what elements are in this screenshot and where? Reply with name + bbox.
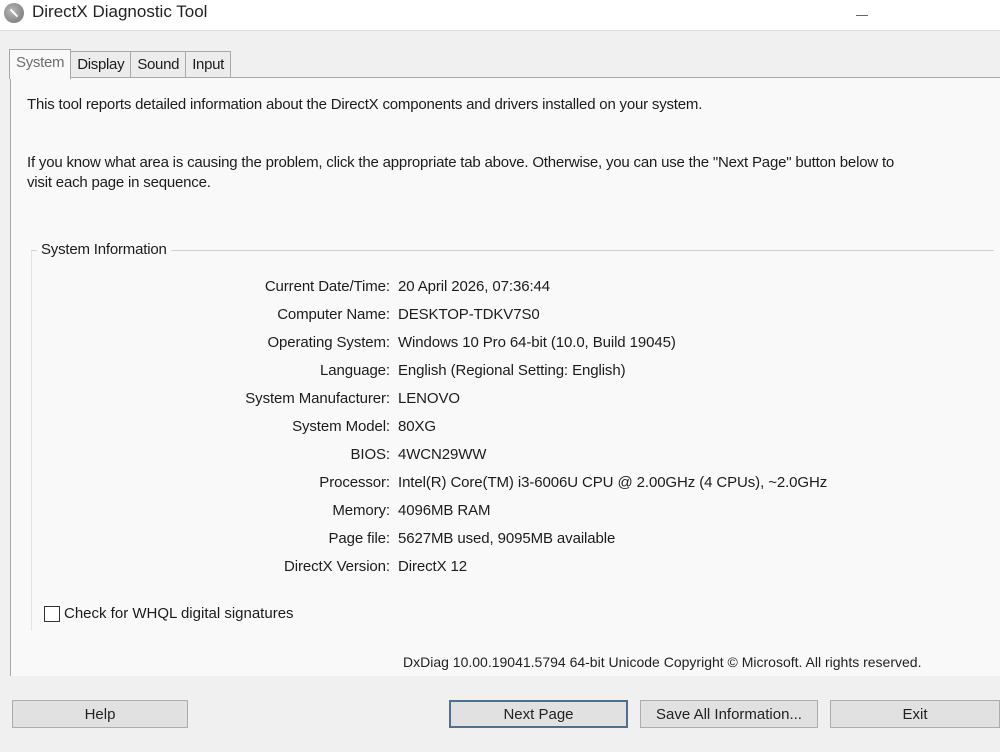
info-value: 20 April 2026, 07:36:44 bbox=[398, 278, 550, 295]
info-label: Computer Name: bbox=[277, 306, 390, 323]
system-tab-panel: This tool reports detailed information a… bbox=[10, 77, 1000, 676]
info-value: English (Regional Setting: English) bbox=[398, 362, 626, 379]
instructions-text: If you know what area is causing the pro… bbox=[27, 154, 895, 191]
info-row-bios: BIOS: 4WCN29WW bbox=[11, 446, 1000, 470]
info-value: 80XG bbox=[398, 418, 436, 435]
info-label: DirectX Version: bbox=[284, 558, 390, 575]
info-row-system-model: System Model: 80XG bbox=[11, 418, 1000, 442]
info-row-system-manufacturer: System Manufacturer: LENOVO bbox=[11, 390, 1000, 414]
whql-check[interactable]: Check for WHQL digital signatures bbox=[44, 605, 294, 622]
exit-button[interactable]: Exit bbox=[830, 700, 1000, 728]
info-row-page-file: Page file: 5627MB used, 9095MB available bbox=[11, 530, 1000, 554]
info-row-directx-version: DirectX Version: DirectX 12 bbox=[11, 558, 1000, 582]
tab-display[interactable]: Display bbox=[70, 51, 132, 78]
info-label: System Manufacturer: bbox=[245, 390, 390, 407]
info-row-memory: Memory: 4096MB RAM bbox=[11, 502, 1000, 526]
info-label: Processor: bbox=[319, 474, 390, 491]
info-value: 5627MB used, 9095MB available bbox=[398, 530, 616, 547]
help-button[interactable]: Help bbox=[12, 700, 188, 728]
dxdiag-app-icon bbox=[4, 3, 24, 23]
info-row-language: Language: English (Regional Setting: Eng… bbox=[11, 362, 1000, 386]
title-bar: DirectX Diagnostic Tool bbox=[0, 0, 1000, 31]
info-label: Page file: bbox=[328, 530, 390, 547]
next-page-button[interactable]: Next Page bbox=[449, 700, 628, 728]
minimize-icon[interactable] bbox=[854, 6, 870, 22]
info-row-operating-system: Operating System: Windows 10 Pro 64-bit … bbox=[11, 334, 1000, 358]
window-title: DirectX Diagnostic Tool bbox=[32, 2, 208, 21]
info-label: Operating System: bbox=[267, 334, 390, 351]
save-all-information-button[interactable]: Save All Information... bbox=[640, 700, 818, 728]
info-value: Windows 10 Pro 64-bit (10.0, Build 19045… bbox=[398, 334, 676, 351]
tab-strip: System Display Sound Input bbox=[9, 49, 232, 79]
copyright-text: DxDiag 10.00.19041.5794 64-bit Unicode C… bbox=[403, 654, 922, 670]
dxdiag-window: DirectX Diagnostic Tool System Display S… bbox=[0, 0, 1000, 752]
whql-label: Check for WHQL digital signatures bbox=[64, 605, 294, 622]
info-label: Current Date/Time: bbox=[264, 278, 390, 295]
info-value: Intel(R) Core(TM) i3-6006U CPU @ 2.00GHz… bbox=[398, 474, 828, 491]
intro-text: This tool reports detailed information a… bbox=[27, 96, 703, 113]
info-value: DESKTOP-TDKV7S0 bbox=[398, 306, 540, 323]
tab-system[interactable]: System bbox=[9, 49, 72, 79]
info-value: 4WCN29WW bbox=[398, 446, 487, 463]
info-label: System Model: bbox=[292, 418, 390, 435]
whql-checkbox[interactable] bbox=[44, 605, 60, 622]
system-information-title: System Information bbox=[37, 241, 171, 258]
info-label: BIOS: bbox=[350, 446, 390, 463]
info-row-date-time: Current Date/Time: 20 April 2026, 07:36:… bbox=[11, 278, 1000, 302]
tab-sound[interactable]: Sound bbox=[130, 51, 187, 78]
info-row-processor: Processor: Intel(R) Core(TM) i3-6006U CP… bbox=[11, 474, 1000, 498]
info-row-computer-name: Computer Name: DESKTOP-TDKV7S0 bbox=[11, 306, 1000, 330]
info-value: 4096MB RAM bbox=[398, 502, 491, 519]
tab-input[interactable]: Input bbox=[185, 51, 232, 78]
info-label: Memory: bbox=[332, 502, 390, 519]
info-value: LENOVO bbox=[398, 390, 460, 407]
info-label: Language: bbox=[319, 362, 390, 379]
info-value: DirectX 12 bbox=[398, 558, 468, 575]
